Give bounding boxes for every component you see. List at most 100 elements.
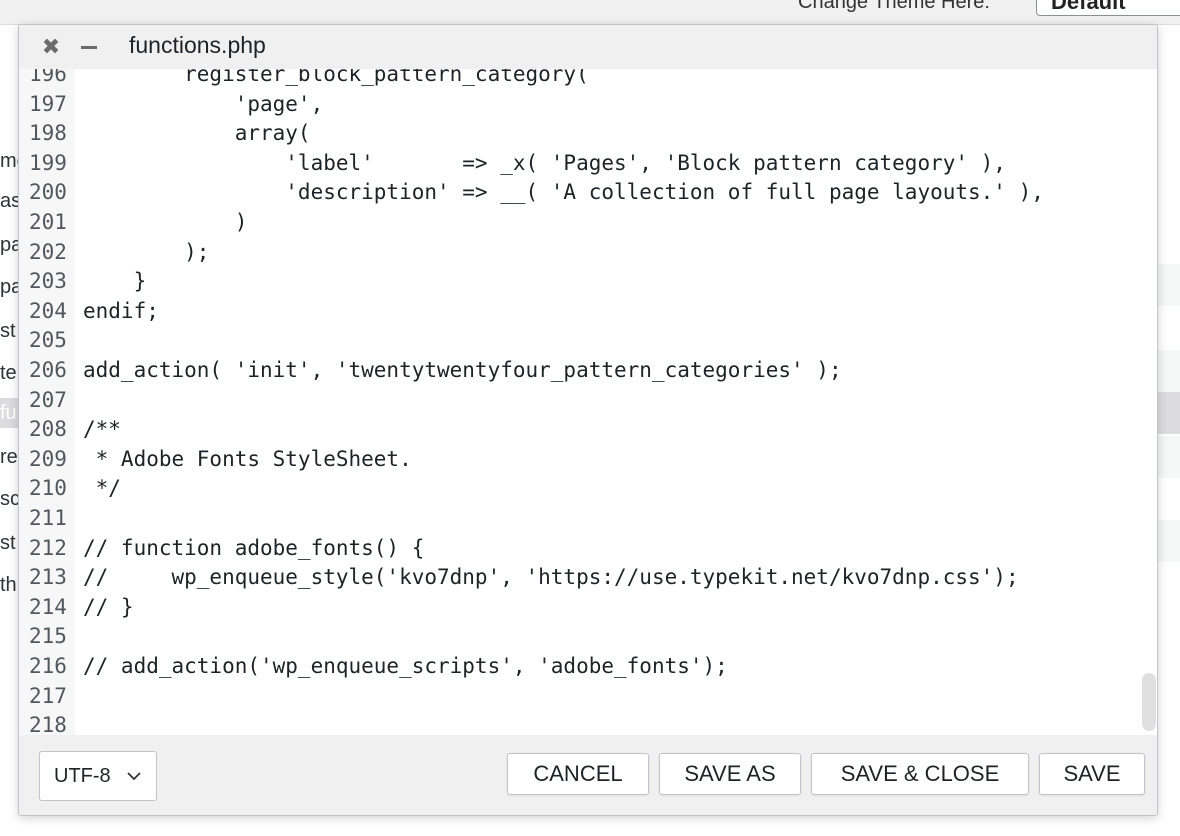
file-list-item[interactable]: st — [0, 528, 20, 558]
line-code: */ — [83, 476, 121, 501]
background-row — [1158, 264, 1180, 306]
line-code: 'label' => _x( 'Pages', 'Block pattern c… — [83, 150, 1006, 175]
line-code: /** — [83, 417, 121, 442]
background-row — [1158, 350, 1180, 392]
code-lines: 196 register_block_pattern_category(197 … — [19, 69, 1139, 735]
line-number: 196 — [29, 69, 67, 86]
line-number: 199 — [29, 150, 67, 175]
file-list-item[interactable]: th — [0, 570, 20, 600]
screen: Change Theme Here: Default me as pa pa s… — [0, 0, 1180, 836]
theme-select[interactable]: Default — [1036, 0, 1180, 16]
code-line: 218 — [19, 710, 1139, 735]
editor-scrollbar-thumb[interactable] — [1142, 673, 1156, 731]
code-line: 208 /** — [19, 414, 1139, 444]
save-as-button[interactable]: SAVE AS — [659, 753, 801, 795]
line-number: 210 — [29, 476, 67, 501]
file-editor-dialog: ✖ functions.php 196 register_block_patte… — [18, 24, 1158, 816]
code-line: 196 register_block_pattern_category( — [19, 69, 1139, 89]
line-number: 208 — [29, 417, 67, 442]
line-number: 202 — [29, 239, 67, 264]
code-line: 213 // wp_enqueue_style('kvo7dnp', 'https… — [19, 562, 1139, 592]
line-number: 206 — [29, 358, 67, 382]
line-code: ); — [83, 239, 210, 264]
line-number: 215 — [29, 624, 67, 649]
code-line: 217 — [19, 681, 1139, 711]
dialog-title: functions.php — [129, 32, 266, 58]
encoding-select[interactable]: UTF-8 — [39, 751, 157, 801]
close-icon[interactable]: ✖ — [39, 33, 63, 61]
code-line: 201 ) — [19, 207, 1139, 237]
line-code: add_action( 'init', 'twentytwentyfour_pa… — [83, 358, 842, 382]
background-row — [1158, 520, 1180, 562]
line-code: // wp_enqueue_style('kvo7dnp', 'https://… — [83, 565, 1019, 590]
code-line: 211 — [19, 503, 1139, 533]
code-line: 203 } — [19, 266, 1139, 296]
line-number: 205 — [29, 328, 67, 353]
code-line: 198 array( — [19, 118, 1139, 148]
line-code: 'page', — [83, 91, 324, 116]
editor-scrollbar[interactable] — [1141, 69, 1157, 735]
background-file-list: me as pa pa st te fu re sc st th — [0, 72, 20, 836]
code-line: 202 ); — [19, 237, 1139, 267]
code-line: 199 'label' => _x( 'Pages', 'Block patte… — [19, 148, 1139, 178]
code-line: 216 // add_action('wp_enqueue_scripts', '… — [19, 651, 1139, 681]
code-line: 207 — [19, 385, 1139, 415]
line-number: 218 — [29, 713, 67, 735]
code-line: 205 — [19, 325, 1139, 355]
code-line: 206 add_action( 'init', 'twentytwentyfour… — [19, 355, 1139, 385]
save-button[interactable]: SAVE — [1039, 753, 1145, 795]
line-code: array( — [83, 121, 311, 146]
dialog-titlebar: ✖ functions.php — [19, 25, 1157, 69]
chevron-down-icon — [127, 772, 141, 781]
line-code: ) — [83, 210, 248, 234]
code-line: 197 'page', — [19, 89, 1139, 119]
file-list-item[interactable]: pa — [0, 230, 20, 260]
line-number: 197 — [29, 91, 67, 116]
line-number: 217 — [29, 683, 67, 708]
line-code: register_block_pattern_category( — [83, 69, 589, 86]
minimize-icon[interactable] — [77, 33, 101, 61]
encoding-value: UTF-8 — [54, 765, 111, 787]
file-list-item[interactable]: as — [0, 186, 20, 216]
code-line: 210 */ — [19, 473, 1139, 503]
file-list-item[interactable]: re — [0, 442, 20, 472]
line-code: // function adobe_fonts() { — [83, 535, 425, 560]
save-and-close-button[interactable]: SAVE & CLOSE — [811, 753, 1029, 795]
file-list-item[interactable]: sc — [0, 484, 20, 514]
line-code: 'description' => __( 'A collection of fu… — [83, 180, 1044, 205]
line-code: // add_action('wp_enqueue_scripts', 'ado… — [83, 654, 728, 678]
line-number: 213 — [29, 565, 67, 590]
file-list-item[interactable]: te — [0, 358, 20, 388]
code-line: 214 // } — [19, 592, 1139, 622]
line-number: 211 — [29, 506, 67, 530]
line-number: 200 — [29, 180, 67, 205]
file-list-item[interactable]: pa — [0, 272, 20, 302]
line-code: * Adobe Fonts StyleSheet. — [83, 446, 412, 471]
code-line: 204 endif; — [19, 296, 1139, 326]
line-number: 212 — [29, 535, 67, 560]
line-number: 214 — [29, 594, 67, 619]
file-list-item[interactable]: st — [0, 316, 20, 346]
line-number: 201 — [29, 210, 67, 234]
line-code: endif; — [83, 298, 159, 323]
file-list-item[interactable]: me — [0, 146, 20, 176]
change-theme-label: Change Theme Here: — [798, 0, 990, 13]
code-line: 215 — [19, 621, 1139, 651]
background-row — [1158, 436, 1180, 478]
line-number: 216 — [29, 654, 67, 678]
line-number: 204 — [29, 298, 67, 323]
line-code: } — [83, 269, 147, 294]
code-line: 212 // function adobe_fonts() { — [19, 533, 1139, 563]
file-list-item-current[interactable]: fu — [0, 398, 20, 428]
line-number: 198 — [29, 121, 67, 146]
background-toolbar: Change Theme Here: Default — [0, 0, 1180, 25]
code-line: 209 * Adobe Fonts StyleSheet. — [19, 444, 1139, 474]
code-line: 200 'description' => __( 'A collection o… — [19, 177, 1139, 207]
dialog-footer: UTF-8 CANCEL SAVE AS SAVE & CLOSE SAVE — [19, 735, 1157, 815]
background-row-current — [1158, 392, 1180, 434]
line-code: // } — [83, 594, 134, 619]
line-number: 209 — [29, 446, 67, 471]
code-editor[interactable]: 196 register_block_pattern_category(197 … — [19, 69, 1157, 735]
line-number: 203 — [29, 269, 67, 294]
cancel-button[interactable]: CANCEL — [507, 753, 649, 795]
